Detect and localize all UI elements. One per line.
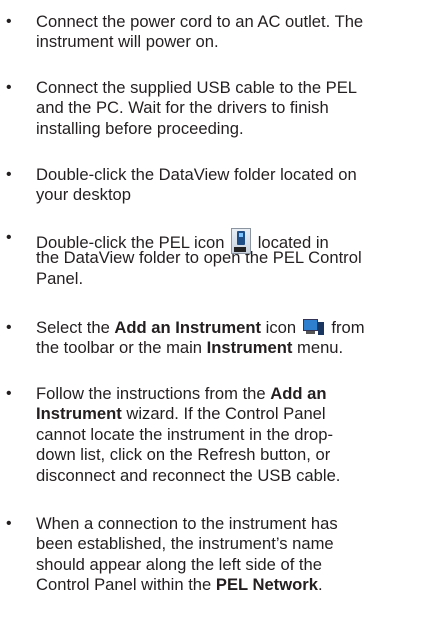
- step-7-line-3: should appear along the left side of the: [36, 554, 322, 574]
- step-1-line-1: Connect the power cord to an AC outlet. …: [36, 12, 364, 31]
- step-6-bold-b: Instrument: [36, 404, 122, 424]
- bullet: •: [6, 319, 12, 336]
- step-6-text-a: Follow the instructions from the: [36, 384, 271, 403]
- step-6-line-2: Instrument wizard. If the Control Panel: [36, 404, 440, 424]
- step-4-line-3: Panel.: [36, 268, 84, 288]
- step-2-line-2: and the PC. Wait for the drivers to fini…: [36, 98, 329, 118]
- step-5-text-b: icon: [261, 318, 297, 337]
- step-5-text-c: from: [331, 318, 365, 337]
- step-6-line-5: disconnect and reconnect the USB cable.: [36, 465, 341, 485]
- pel-icon: [231, 228, 252, 254]
- bullet: •: [6, 79, 12, 96]
- step-6-text-b: wizard. If the Control Panel: [121, 404, 326, 424]
- step-4-line-1: Double-click the PEL icon located in: [36, 228, 440, 254]
- instruction-page: • Connect the power cord to an AC outlet…: [0, 0, 442, 623]
- step-5-line-2: the toolbar or the main Instrument menu.: [36, 338, 440, 358]
- step-6-line-3: cannot locate the instrument in the drop…: [36, 424, 334, 444]
- step-7-line-4: Control Panel within the PEL Network.: [36, 575, 440, 595]
- step-2-line-3: installing before proceeding.: [36, 118, 244, 138]
- add-instrument-icon: [302, 319, 325, 337]
- step-2-line-1: Connect the supplied USB cable to the PE…: [36, 78, 358, 97]
- step-5-bold-a: Add an Instrument: [114, 318, 262, 337]
- bullet: •: [6, 229, 12, 246]
- bullet: •: [6, 515, 12, 532]
- step-6-bold-a: Add an: [270, 384, 327, 403]
- step-1-line-2: instrument will power on.: [36, 32, 219, 52]
- step-7-text-a: Control Panel within the: [36, 575, 216, 595]
- step-6-line-4: down list, click on the Refresh button, …: [36, 445, 331, 465]
- step-7-line-2: been established, the instrument’s name: [36, 534, 334, 554]
- bullet: •: [6, 13, 12, 30]
- step-5-text-d: the toolbar or the main: [36, 338, 207, 358]
- step-5-text-a: Select the: [36, 318, 115, 337]
- step-3-line-1: Double-click the DataView folder located…: [36, 165, 357, 184]
- step-7-line-1: When a connection to the instrument has: [36, 514, 338, 533]
- step-5-bold-b: Instrument: [206, 338, 293, 358]
- step-7-text-b: .: [317, 575, 323, 595]
- step-3-line-2: your desktop: [36, 185, 132, 205]
- bullet: •: [6, 166, 12, 183]
- step-7-bold: PEL Network: [215, 575, 318, 595]
- step-5-text-e: menu.: [292, 338, 344, 358]
- bullet: •: [6, 385, 12, 402]
- step-6-line-1: Follow the instructions from the Add an: [36, 384, 440, 404]
- step-5-line-1: Select the Add an Instrument icon from: [36, 318, 440, 338]
